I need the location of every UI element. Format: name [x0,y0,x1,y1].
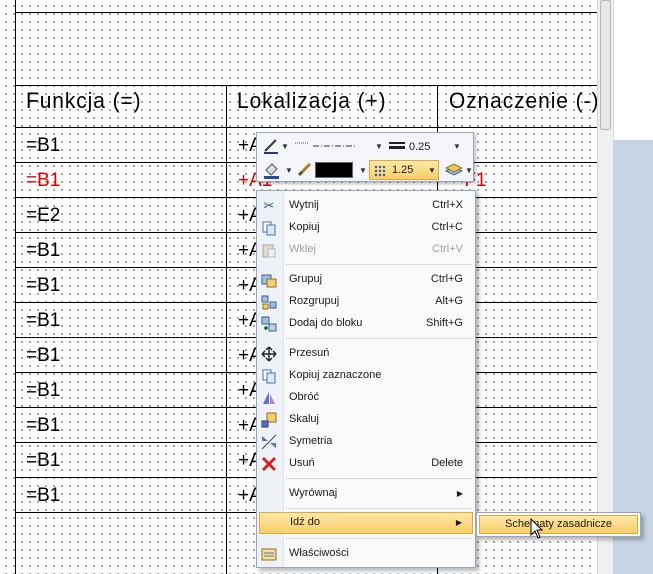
menu-item-idz-do[interactable]: Idź do ▶ [259,512,473,534]
mirror-icon [261,434,277,450]
submenu-idz-do: Schematy zasadnicze [476,512,641,537]
table-border-top [15,0,16,574]
cell-funkcja: =B1 [26,310,61,331]
menu-item-kopiuj-zaznaczone[interactable]: Kopiuj zaznaczone [259,365,473,387]
line-weight-value[interactable]: 0.25 [409,141,430,153]
menu-separator [286,538,472,539]
menu-item-wytnij[interactable]: ✂ Wytnij Ctrl+X [259,195,473,217]
menu-item-symetria[interactable]: Symetria [259,431,473,453]
menu-item-grupuj[interactable]: Grupuj Ctrl+G [259,269,473,291]
cell-funkcja: =B1 [26,380,61,401]
menu-item-wklej[interactable]: Wklej Ctrl+V [259,239,473,261]
properties-icon [261,548,277,561]
menu-separator [286,508,472,509]
menu-item-wyrownaj[interactable]: Wyrównaj ▶ [259,483,473,505]
cell-funkcja: =B1 [26,450,61,471]
submenu-item-schematy-zasadnicze[interactable]: Schematy zasadnicze [479,515,638,534]
delete-icon [261,456,277,472]
column-header-oznaczenie: Oznaczenie (-) [449,88,600,113]
cell-funkcja: =B1 [26,485,61,506]
menu-item-rozgrupuj[interactable]: Rozgrupuj Alt+G [259,291,473,313]
side-panel-background [613,140,653,574]
chevron-down-icon[interactable]: ▼ [465,166,473,175]
copy-selected-icon [262,369,276,384]
cell-funkcja: =B1 [26,415,61,436]
table-header-top-line [15,85,597,86]
chevron-down-icon[interactable]: ▼ [375,142,383,151]
scale-icon [261,412,277,428]
mini-toolbar: ▼ ▼ 0.25 ▼ ▼ ▼ 1.25 ▼ ▼ [256,132,474,182]
copy-icon [262,221,276,236]
menu-item-kopiuj[interactable]: Kopiuj Ctrl+C [259,217,473,239]
cell-funkcja: =B1 [26,170,61,191]
scissors-icon: ✂ [263,198,275,213]
column-header-lokalizacja: Lokalizacja (+) [237,88,387,113]
table-header-bottom-line [15,127,597,128]
vertical-scrollbar[interactable] [597,0,613,574]
cell-funkcja: =B1 [26,345,61,366]
chevron-down-icon[interactable]: ▼ [281,142,289,151]
menu-separator [286,264,472,265]
menu-item-dodaj-do-bloku[interactable]: Dodaj do bloku Shift+G [259,313,473,335]
mouse-cursor-icon [530,518,544,539]
move-icon [261,346,277,362]
cell-funkcja: =B1 [26,240,61,261]
context-menu: ✂ Wytnij Ctrl+X Kopiuj Ctrl+C Wklej Ctrl… [256,190,476,568]
menu-item-obroc[interactable]: Obróć [259,387,473,409]
table-top-line [15,12,597,13]
color-swatch[interactable] [315,162,353,178]
menu-separator [286,338,472,339]
menu-item-wlasciwosci[interactable]: Właściwości [259,543,473,565]
dots-grid-icon [374,165,386,177]
cell-funkcja: =E2 [26,205,61,226]
column-header-funkcja: Funkcja (=) [26,88,142,113]
line-weight-icon[interactable] [389,141,405,151]
add-to-block-icon [261,316,277,332]
point-size-value: 1.25 [392,164,414,176]
chevron-down-icon[interactable]: ▼ [285,166,293,175]
chevron-down-icon[interactable]: ▼ [453,142,461,151]
line-style-dropdown[interactable] [295,141,369,151]
rotate-icon [263,392,275,404]
brush-icon[interactable] [297,161,313,177]
side-panel [613,0,653,140]
scrollbar-thumb[interactable] [600,0,611,130]
menu-item-usun[interactable]: Usuń Delete [259,453,473,475]
paste-icon [262,244,276,258]
cell-funkcja: =B1 [26,135,61,156]
menu-item-skaluj[interactable]: Skaluj [259,409,473,431]
chevron-right-icon: ▶ [455,518,462,527]
menu-item-przesun[interactable]: Przesuń [259,343,473,365]
fill-color-icon[interactable] [263,161,281,179]
point-size-dropdown[interactable]: 1.25 ▼ [369,160,439,180]
chevron-down-icon: ▼ [428,166,436,175]
layers-icon[interactable] [445,162,463,178]
chevron-right-icon: ▶ [456,489,463,498]
line-color-icon[interactable] [263,138,279,154]
cell-funkcja: =B1 [26,275,61,296]
ungroup-icon [261,295,277,310]
chevron-down-icon[interactable]: ▼ [359,166,367,175]
menu-separator [286,478,472,479]
table-col-divider [226,85,227,574]
group-icon [261,274,277,288]
